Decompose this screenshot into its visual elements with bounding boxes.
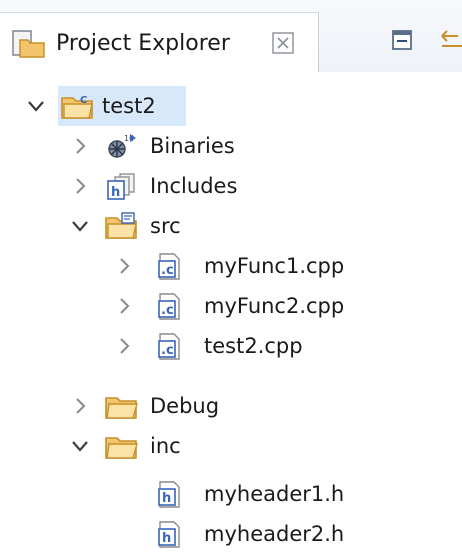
folder-icon [105, 437, 138, 459]
close-icon[interactable] [270, 29, 296, 57]
tree-item-file[interactable]: .c test2.cpp [0, 326, 462, 366]
tab-project-explorer[interactable]: Project Explorer [0, 12, 319, 73]
binaries-icon: 10 [108, 134, 136, 158]
tree-item-project[interactable]: C test2 [0, 86, 462, 126]
project-explorer-icon [12, 30, 45, 58]
chevron-right-icon[interactable] [114, 336, 134, 356]
header-file-icon: h [158, 481, 180, 508]
tab-label: Project Explorer [56, 31, 230, 56]
file-label: test2.cpp [204, 334, 303, 358]
view-tab-bar: Project Explorer [0, 0, 462, 73]
c-source-file-icon: .c [158, 333, 180, 360]
c-source-file-icon: .c [158, 253, 180, 280]
chevron-down-icon[interactable] [26, 96, 46, 116]
source-folder-icon [105, 212, 137, 239]
file-label: myFunc1.cpp [204, 254, 345, 278]
chevron-down-icon[interactable] [70, 436, 90, 456]
header-file-icon: h [158, 521, 180, 548]
includes-icon: h [107, 173, 135, 200]
tree-item-src[interactable]: src [0, 206, 462, 246]
chevron-right-icon[interactable] [70, 136, 90, 156]
project-label: test2 [102, 94, 156, 118]
svg-text:h: h [162, 491, 171, 506]
tree-item-debug[interactable]: Debug [0, 386, 462, 426]
tree-item-file[interactable]: .c myFunc1.cpp [0, 246, 462, 286]
folder-icon [105, 397, 138, 419]
src-label: src [150, 214, 181, 238]
svg-text:h: h [162, 531, 171, 546]
inc-label: inc [150, 434, 181, 458]
tree-item-binaries[interactable]: 10 Binaries [0, 126, 462, 166]
chevron-right-icon[interactable] [70, 176, 90, 196]
svg-text:h: h [111, 185, 120, 200]
tree-item-includes[interactable]: h Includes [0, 166, 462, 206]
file-label: myheader1.h [204, 482, 345, 506]
binaries-label: Binaries [150, 134, 235, 158]
svg-text:.c: .c [161, 303, 174, 318]
c-project-folder-icon: C [61, 95, 93, 119]
c-source-file-icon: .c [158, 293, 180, 320]
debug-label: Debug [150, 394, 220, 418]
project-tree: C test2 10 Binaries h Includes src .c my… [0, 72, 462, 552]
tree-item-file[interactable]: .c myFunc2.cpp [0, 286, 462, 326]
tree-item-inc[interactable]: inc [0, 426, 462, 466]
chevron-right-icon[interactable] [70, 396, 90, 416]
file-label: myheader2.h [204, 522, 345, 546]
tree-item-file[interactable]: h myheader1.h [0, 474, 462, 514]
file-label: myFunc2.cpp [204, 294, 345, 318]
chevron-right-icon[interactable] [114, 296, 134, 316]
collapse-all-icon[interactable] [390, 28, 414, 54]
svg-text:.c: .c [161, 343, 174, 358]
svg-text:C: C [80, 95, 87, 106]
includes-label: Includes [150, 174, 238, 198]
chevron-down-icon[interactable] [70, 216, 90, 236]
svg-text:.c: .c [161, 263, 174, 278]
tree-item-file[interactable]: h myheader2.h [0, 514, 462, 554]
chevron-right-icon[interactable] [114, 256, 134, 276]
link-with-editor-icon[interactable] [440, 28, 462, 54]
